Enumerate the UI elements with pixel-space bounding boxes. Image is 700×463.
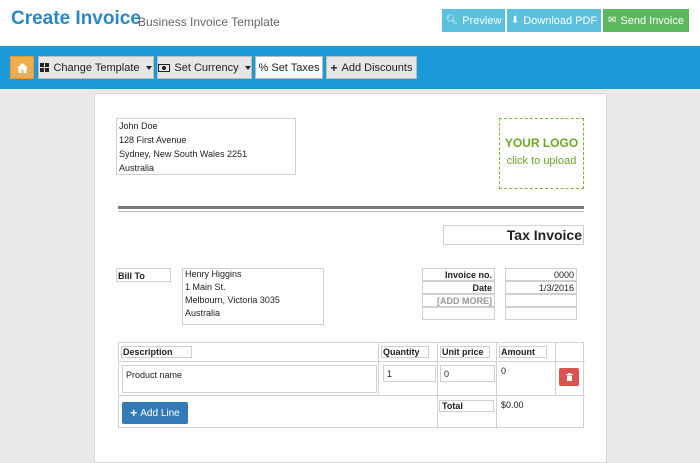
search-icon: 🔍︎	[445, 15, 459, 26]
item-description: Product name	[126, 370, 183, 380]
add-line-label: Add Line	[140, 407, 180, 419]
chevron-down-icon	[244, 65, 251, 70]
item-quantity: 1	[387, 369, 393, 379]
unit-price-header: Unit price	[442, 347, 484, 357]
top-bar: Create Invoice Business Invoice Template…	[0, 0, 700, 46]
row-divider	[119, 395, 585, 396]
amount-header-field[interactable]: Amount	[499, 346, 547, 358]
home-icon	[16, 62, 28, 73]
logo-upload-hint: click to upload	[506, 155, 577, 167]
description-header-field[interactable]: Description	[121, 346, 192, 358]
date-label: Date	[472, 283, 492, 293]
send-invoice-button[interactable]: ✉ Send Invoice	[603, 9, 689, 32]
envelope-icon: ✉	[608, 15, 617, 26]
sender-line: 128 First Avenue	[119, 135, 187, 145]
bill-to-line: Australia	[185, 308, 221, 318]
divider	[118, 206, 584, 209]
invoice-no-label-field[interactable]: Invoice no.	[422, 268, 495, 281]
bill-to-line: Henry Higgins	[185, 269, 242, 279]
change-template-button[interactable]: Change Template	[38, 56, 154, 79]
extra-meta-label-field[interactable]	[422, 307, 495, 320]
invoice-no-label: Invoice no.	[444, 270, 492, 280]
grid-icon	[40, 63, 50, 72]
preview-button[interactable]: 🔍︎ Preview	[442, 9, 505, 32]
item-description-input[interactable]: Product name	[122, 365, 377, 393]
plus-icon: +	[130, 406, 138, 420]
set-currency-button[interactable]: Set Currency	[157, 56, 252, 79]
logo-upload[interactable]: YOUR LOGO click to upload	[499, 118, 584, 189]
bill-to-label: Bill To	[118, 271, 145, 281]
bill-to-line: Melbourn, Victoria 3035	[185, 295, 280, 305]
total-label-field[interactable]: Total	[439, 400, 494, 412]
page-subtitle: Business Invoice Template	[138, 15, 280, 29]
plus-icon: +	[330, 60, 338, 75]
set-taxes-button[interactable]: % Set Taxes	[255, 56, 323, 79]
invoice-no-field[interactable]: 0000	[505, 268, 577, 281]
column-divider	[496, 343, 497, 429]
add-discounts-label: Add Discounts	[341, 61, 413, 74]
quantity-header-field[interactable]: Quantity	[381, 346, 429, 358]
change-template-label: Change Template	[53, 61, 140, 74]
invoice-title: Tax Invoice	[506, 227, 582, 243]
total-value: $0.00	[501, 400, 524, 410]
date-field[interactable]: 1/3/2016	[505, 281, 577, 294]
quantity-header: Quantity	[383, 347, 420, 357]
column-divider	[555, 343, 556, 395]
logo-placeholder-title: YOUR LOGO	[504, 136, 579, 150]
add-more-label: [ADD MORE]	[437, 296, 492, 306]
page-title: Create Invoice	[11, 8, 141, 29]
date-label-field[interactable]: Date	[422, 281, 495, 294]
extra-meta-value-field[interactable]	[505, 294, 577, 307]
toolbar: Change Template Set Currency % Set Taxes…	[0, 46, 700, 89]
item-unit-price: 0	[444, 369, 450, 379]
unit-price-header-field[interactable]: Unit price	[440, 346, 490, 358]
bill-to-address-field[interactable]: Henry Higgins 1 Main St. Melbourn, Victo…	[182, 268, 324, 325]
item-unit-price-input[interactable]: 0	[440, 365, 495, 382]
total-label: Total	[442, 401, 463, 411]
sender-line: John Doe	[119, 121, 158, 131]
sender-line: Sydney, New South Wales 2251	[119, 149, 248, 159]
trash-icon	[565, 373, 573, 381]
invoice-no-value: 0000	[553, 270, 574, 280]
divider	[118, 211, 584, 212]
download-pdf-button-label: Download PDF	[523, 14, 598, 27]
send-invoice-button-label: Send Invoice	[620, 14, 684, 27]
bill-to-line: 1 Main St.	[185, 282, 226, 292]
sender-line: Australia	[119, 163, 155, 173]
extra-meta-value-field[interactable]	[505, 307, 577, 320]
set-currency-label: Set Currency	[174, 61, 239, 74]
set-taxes-label: % Set Taxes	[258, 61, 320, 74]
description-header: Description	[123, 347, 173, 357]
download-icon: ⬇	[510, 15, 520, 26]
chevron-down-icon	[145, 65, 152, 70]
sender-address-field[interactable]: John Doe 128 First Avenue Sydney, New So…	[116, 118, 296, 175]
column-divider	[378, 343, 379, 395]
add-more-field[interactable]: [ADD MORE]	[422, 294, 495, 307]
column-divider	[437, 343, 438, 429]
invoice-title-field[interactable]: Tax Invoice	[443, 225, 584, 245]
delete-row-button[interactable]	[559, 368, 579, 386]
download-pdf-button[interactable]: ⬇ Download PDF	[507, 9, 601, 32]
home-button[interactable]	[10, 56, 34, 79]
row-divider	[119, 361, 585, 362]
date-value: 1/3/2016	[538, 283, 574, 293]
item-quantity-input[interactable]: 1	[383, 365, 436, 382]
add-discounts-button[interactable]: + Add Discounts	[326, 56, 417, 79]
bill-to-label-field[interactable]: Bill To	[116, 268, 171, 282]
item-amount: 0	[501, 366, 507, 376]
add-line-button[interactable]: + Add Line	[122, 402, 188, 424]
preview-button-label: Preview	[462, 14, 502, 27]
money-icon	[158, 63, 171, 72]
invoice-sheet: John Doe 128 First Avenue Sydney, New So…	[94, 93, 607, 463]
amount-header: Amount	[501, 347, 535, 357]
